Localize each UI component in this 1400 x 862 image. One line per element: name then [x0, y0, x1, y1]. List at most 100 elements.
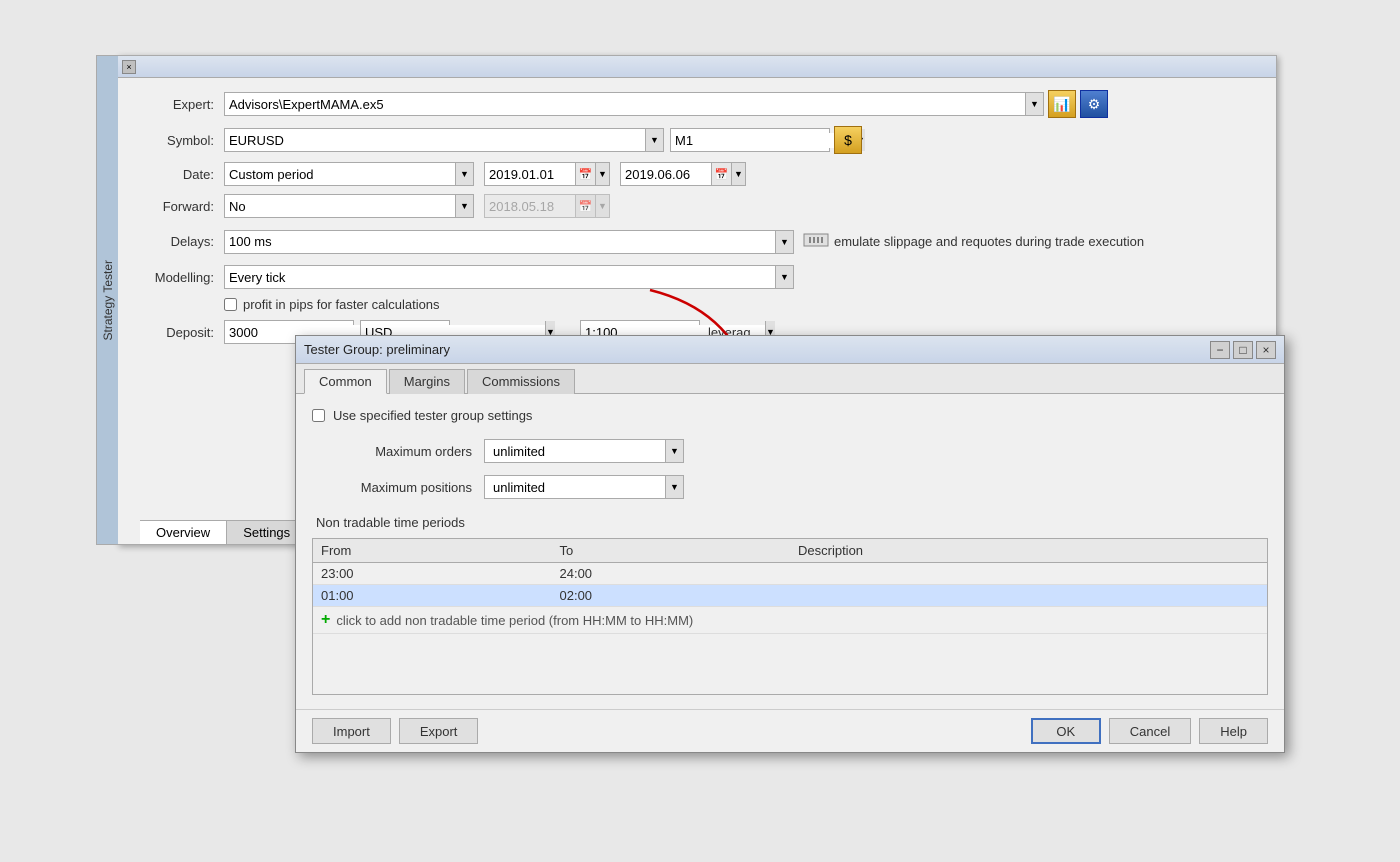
date-period-input[interactable]: [225, 167, 455, 182]
dollar-icon-btn[interactable]: $: [834, 126, 862, 154]
forward-arrow[interactable]: ▼: [455, 195, 473, 217]
row2-desc: [798, 588, 1259, 603]
dialog-titlebar: Tester Group: preliminary − □ ×: [296, 336, 1284, 364]
ok-button[interactable]: OK: [1031, 718, 1101, 744]
profit-checkbox[interactable]: [224, 298, 237, 311]
cancel-button[interactable]: Cancel: [1109, 718, 1191, 744]
dialog-footer: Import Export OK Cancel Help: [296, 709, 1284, 752]
forward-date-container: 📅 ▼: [484, 194, 610, 218]
max-positions-value: unlimited: [485, 480, 665, 495]
tab-overview[interactable]: Overview: [140, 521, 227, 544]
dialog-tab-margins[interactable]: Margins: [389, 369, 465, 394]
modelling-row: Modelling: ▼: [134, 265, 1260, 289]
profit-label: profit in pips for faster calculations: [243, 297, 440, 312]
forward-date-input: [485, 199, 575, 214]
col-description: Description: [798, 543, 1259, 558]
nt-table: From To Description 23:00 24:00 01:00 02…: [312, 538, 1268, 695]
dialog-close-btn[interactable]: ×: [1256, 341, 1276, 359]
deposit-label: Deposit:: [134, 325, 214, 340]
expert-input[interactable]: [225, 97, 1025, 112]
date-period-container: ▼: [224, 162, 474, 186]
dialog-maximize-btn[interactable]: □: [1233, 341, 1253, 359]
delays-arrow[interactable]: ▼: [775, 231, 793, 253]
export-button[interactable]: Export: [399, 718, 479, 744]
max-orders-arrow[interactable]: ▼: [665, 440, 683, 462]
panel-close-btn[interactable]: ×: [122, 60, 136, 74]
import-button[interactable]: Import: [312, 718, 391, 744]
date-from-container: 📅 ▼: [484, 162, 610, 186]
row1-desc: [798, 566, 1259, 581]
table-row[interactable]: 01:00 02:00: [313, 585, 1267, 607]
nt-add-row[interactable]: + click to add non tradable time period …: [313, 607, 1267, 634]
help-button[interactable]: Help: [1199, 718, 1268, 744]
symbol-dropdown-arrow[interactable]: ▼: [645, 129, 663, 151]
tester-group-dialog: Tester Group: preliminary − □ × Common M…: [295, 335, 1285, 753]
non-tradable-title: Non tradable time periods: [316, 515, 1268, 530]
use-settings-checkbox[interactable]: [312, 409, 325, 422]
delays-label: Delays:: [134, 234, 214, 249]
delays-row: Delays: ▼ emulate slippage and requotes …: [134, 226, 1260, 257]
add-row-text: click to add non tradable time period (f…: [336, 613, 693, 628]
forward-date-calendar: 📅: [575, 195, 595, 217]
date-from-calendar[interactable]: 📅: [575, 163, 595, 185]
symbol-input-container: ▼: [224, 128, 664, 152]
expert-label: Expert:: [134, 97, 214, 112]
dialog-minimize-btn[interactable]: −: [1210, 341, 1230, 359]
date-period-arrow[interactable]: ▼: [455, 163, 473, 185]
col-to: To: [560, 543, 791, 558]
date-from-arrow[interactable]: ▼: [595, 163, 609, 185]
expert-row: Expert: ▼ 📊 ⚙: [134, 90, 1260, 118]
delays-input[interactable]: [225, 234, 775, 249]
non-tradable-section: Non tradable time periods From To Descri…: [312, 515, 1268, 695]
footer-right-buttons: OK Cancel Help: [1031, 718, 1268, 744]
modelling-label: Modelling:: [134, 270, 214, 285]
symbol-input[interactable]: [225, 133, 645, 148]
date-to-input[interactable]: [621, 167, 711, 182]
modelling-arrow[interactable]: ▼: [775, 266, 793, 288]
expert-input-container: ▼: [224, 92, 1044, 116]
dialog-tab-common[interactable]: Common: [304, 369, 387, 394]
dialog-tab-bar: Common Margins Commissions: [296, 364, 1284, 394]
table-row[interactable]: 23:00 24:00: [313, 563, 1267, 585]
max-orders-label: Maximum orders: [312, 444, 472, 459]
chart-icon-btn[interactable]: 📊: [1048, 90, 1076, 118]
max-positions-arrow[interactable]: ▼: [665, 476, 683, 498]
forward-row: Forward: ▼ 📅 ▼: [134, 194, 1260, 218]
max-orders-value: unlimited: [485, 444, 665, 459]
dialog-controls: − □ ×: [1210, 341, 1276, 359]
vertical-label-text: Strategy Tester: [101, 260, 115, 340]
row1-from: 23:00: [321, 566, 552, 581]
panel-titlebar: ×: [118, 56, 1276, 78]
timeframe-input[interactable]: [671, 133, 855, 148]
forward-date-arrow: ▼: [595, 195, 609, 217]
max-positions-container: unlimited ▼: [484, 475, 684, 499]
max-orders-row: Maximum orders unlimited ▼: [312, 439, 1268, 463]
gear-icon-btn[interactable]: ⚙: [1080, 90, 1108, 118]
nt-empty-area: [313, 634, 1267, 694]
slippage-text: emulate slippage and requotes during tra…: [834, 234, 1144, 249]
date-to-arrow[interactable]: ▼: [731, 163, 745, 185]
forward-input[interactable]: [225, 199, 455, 214]
dialog-body: Use specified tester group settings Maxi…: [296, 394, 1284, 709]
row2-from: 01:00: [321, 588, 552, 603]
symbol-label: Symbol:: [134, 133, 214, 148]
use-settings-row: Use specified tester group settings: [312, 408, 1268, 423]
modelling-input[interactable]: [225, 270, 775, 285]
dialog-tab-commissions[interactable]: Commissions: [467, 369, 575, 394]
use-settings-label: Use specified tester group settings: [333, 408, 532, 423]
max-positions-row: Maximum positions unlimited ▼: [312, 475, 1268, 499]
expert-dropdown-arrow[interactable]: ▼: [1025, 93, 1043, 115]
max-orders-container: unlimited ▼: [484, 439, 684, 463]
profit-row: profit in pips for faster calculations: [224, 297, 1260, 312]
date-from-input[interactable]: [485, 167, 575, 182]
date-to-container: 📅 ▼: [620, 162, 746, 186]
slippage-icon[interactable]: [802, 226, 830, 257]
delays-container: ▼: [224, 230, 794, 254]
date-to-calendar[interactable]: 📅: [711, 163, 731, 185]
nt-table-header: From To Description: [313, 539, 1267, 563]
row2-to: 02:00: [560, 588, 791, 603]
col-from: From: [321, 543, 552, 558]
max-positions-label: Maximum positions: [312, 480, 472, 495]
date-row: Date: ▼ 📅 ▼ 📅 ▼: [134, 162, 1260, 186]
dialog-title: Tester Group: preliminary: [304, 342, 450, 357]
